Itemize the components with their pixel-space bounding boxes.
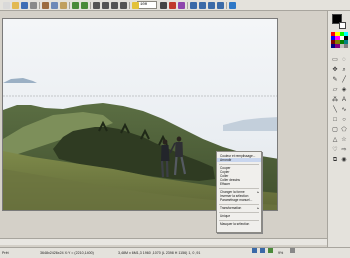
- menu-item-label: Transformation: [220, 206, 242, 210]
- print-icon[interactable]: [30, 2, 37, 9]
- menu-separator: [219, 163, 259, 165]
- color-palette: [331, 32, 348, 48]
- menu-item[interactable]: Paramétrage manuel...: [217, 198, 261, 202]
- zoom-out-icon[interactable]: [190, 2, 197, 9]
- actual-size-icon[interactable]: [217, 2, 224, 9]
- eraser-icon[interactable]: ▱: [331, 86, 339, 94]
- new-file-icon[interactable]: [3, 2, 10, 9]
- tool-buttons: ▭ ◌ ✥ ⌕ ✎ ╱ ▱ ◈ ⁂ A ╲ ∿ □ ○ ▢ ⬠ △ ☆ ♡ ⇨ ⧉ ◉: [331, 55, 349, 165]
- toolbar-separator: [187, 2, 188, 9]
- menu-separator: [219, 211, 259, 213]
- move-icon[interactable]: ✥: [331, 66, 339, 74]
- brush-icon[interactable]: ╱: [340, 76, 348, 84]
- menu-item[interactable]: Effacer: [217, 182, 261, 186]
- arrow-shape-icon[interactable]: ⇨: [340, 146, 348, 154]
- select-rect-icon[interactable]: ▭: [331, 56, 339, 64]
- menu-separator: [219, 203, 259, 205]
- brightness-icon[interactable]: [132, 2, 139, 9]
- menu-item[interactable]: Masquer la sélection: [217, 222, 261, 226]
- main-toolbar: 100: [0, 0, 350, 11]
- color-adjust-icon[interactable]: [169, 2, 176, 9]
- fill-icon[interactable]: ◈: [340, 86, 348, 94]
- help-icon[interactable]: [229, 2, 236, 9]
- paste-icon[interactable]: [60, 2, 67, 9]
- menu-item-label: Arrondir: [220, 158, 232, 162]
- menu-item-label: Masquer la sélection: [220, 222, 250, 226]
- pencil-icon[interactable]: ✎: [331, 76, 339, 84]
- toolbar-separator: [129, 2, 130, 9]
- undo-icon[interactable]: [72, 2, 79, 9]
- contrast-icon[interactable]: [160, 2, 167, 9]
- zoom-tool-icon[interactable]: ⌕: [340, 66, 348, 74]
- menu-item[interactable]: Transformation ▸: [217, 206, 261, 210]
- menu-item-label: Effacer: [220, 182, 231, 186]
- menu-item-label: Unique: [220, 214, 231, 218]
- menu-item[interactable]: Unique: [217, 214, 261, 218]
- curve-icon[interactable]: ∿: [340, 106, 348, 114]
- heart-icon[interactable]: ♡: [331, 146, 339, 154]
- dropper-icon[interactable]: ⁂: [331, 96, 339, 104]
- menu-item[interactable]: Arrondir: [217, 158, 261, 162]
- flip-icon[interactable]: [120, 2, 127, 9]
- rotate-icon[interactable]: [111, 2, 118, 9]
- ellipse-icon[interactable]: ○: [340, 116, 348, 124]
- rounded-rect-icon[interactable]: ▢: [331, 126, 339, 134]
- image-info: 3648x2426x24 X:Y = (2210,1400): [40, 251, 94, 255]
- tools-panel: ▭ ◌ ✥ ⌕ ✎ ╱ ▱ ◈ ⁂ A ╲ ∿ □ ○ ▢ ⬠ △ ☆ ♡ ⇨ ⧉ ◉: [327, 11, 350, 247]
- fit-window-icon[interactable]: [208, 2, 215, 9]
- status-text: Prêt: [2, 251, 9, 255]
- background-color-swatch[interactable]: [339, 22, 346, 29]
- save-icon[interactable]: [21, 2, 28, 9]
- horizontal-scrollbar[interactable]: [0, 238, 327, 245]
- toolbar-separator: [69, 2, 70, 9]
- zoom-out-icon[interactable]: [252, 248, 257, 253]
- context-menu: Couleur et remplissage... Arrondir Couper C…: [216, 151, 262, 233]
- zoom-input[interactable]: 100: [137, 1, 157, 9]
- toolbar-separator: [90, 2, 91, 9]
- effects-icon[interactable]: [178, 2, 185, 9]
- open-folder-icon[interactable]: [12, 2, 19, 9]
- star-icon[interactable]: ☆: [340, 136, 348, 144]
- selection-info: 3,48M x 6M1,3 1960 ,1070 (L 2398 H 1156)…: [118, 251, 201, 255]
- select-lasso-icon[interactable]: ◌: [340, 56, 348, 64]
- submenu-arrow-icon: ▸: [257, 206, 259, 210]
- triangle-icon[interactable]: △: [331, 136, 339, 144]
- palette-color[interactable]: [343, 44, 348, 48]
- menu-item-label: Paramétrage manuel...: [220, 198, 253, 202]
- status-bar: Prêt 3648x2426x24 X:Y = (2210,1400) 3,48…: [0, 247, 350, 258]
- toolbar-separator: [226, 2, 227, 9]
- resize-icon[interactable]: [102, 2, 109, 9]
- text-tool-icon[interactable]: A: [340, 96, 348, 104]
- redeye-icon[interactable]: ◉: [340, 156, 348, 164]
- cut-icon[interactable]: [42, 2, 49, 9]
- toolbar-separator: [39, 2, 40, 9]
- fit-icon[interactable]: [268, 248, 273, 253]
- crop-icon[interactable]: [93, 2, 100, 9]
- menu-separator: [219, 219, 259, 221]
- rectangle-icon[interactable]: □: [331, 116, 339, 124]
- grid-icon[interactable]: [290, 248, 295, 253]
- polygon-icon[interactable]: ⬠: [340, 126, 348, 134]
- menu-separator: [219, 187, 259, 189]
- redo-icon[interactable]: [81, 2, 88, 9]
- copy-icon[interactable]: [51, 2, 58, 9]
- canvas-area[interactable]: [0, 11, 327, 247]
- clone-icon[interactable]: ⧉: [331, 156, 339, 164]
- zoom-in-icon[interactable]: [260, 248, 265, 253]
- zoom-in-icon[interactable]: [199, 2, 206, 9]
- zoom-level: 9%: [278, 251, 284, 255]
- line-icon[interactable]: ╲: [331, 106, 339, 114]
